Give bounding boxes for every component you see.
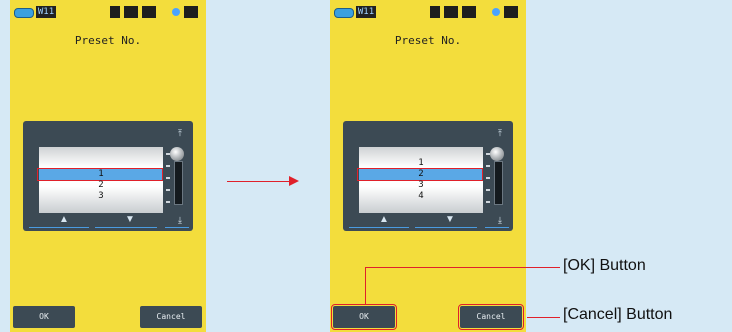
status-block-icon xyxy=(142,6,156,18)
status-block-icon xyxy=(462,6,476,18)
scroll-down-icon[interactable]: ▼ xyxy=(115,214,145,226)
ok-callout-line-vertical xyxy=(365,267,366,305)
scroll-ticks xyxy=(486,151,490,211)
status-block-icon xyxy=(430,6,440,18)
status-block-icon xyxy=(184,6,198,18)
page-title: Preset No. xyxy=(394,34,462,47)
ok-button[interactable]: OK xyxy=(13,306,75,328)
status-block-icon xyxy=(124,6,138,18)
divider xyxy=(485,227,509,228)
preset-list[interactable]: 1 2 3 4 xyxy=(357,147,483,213)
scroll-slider-track[interactable] xyxy=(494,161,503,205)
preset-picker: ⤒ 1 2 3 ▲ ▼ ⤓ xyxy=(23,121,193,231)
jump-top-icon[interactable]: ⤒ xyxy=(173,127,187,139)
scroll-up-icon[interactable]: ▲ xyxy=(369,214,399,226)
transition-arrow-line xyxy=(227,181,293,182)
battery-icon xyxy=(334,8,354,18)
cancel-button[interactable]: Cancel xyxy=(140,306,202,328)
divider xyxy=(29,227,89,228)
scroll-slider-knob[interactable] xyxy=(490,147,504,161)
divider xyxy=(349,227,409,228)
status-block-icon xyxy=(110,6,120,18)
scroll-down-icon[interactable]: ▼ xyxy=(435,214,465,226)
status-dot-icon xyxy=(172,8,180,16)
jump-bottom-icon[interactable]: ⤓ xyxy=(173,214,187,226)
status-block-icon xyxy=(444,6,458,18)
cancel-callout-line xyxy=(527,317,560,318)
jump-top-icon[interactable]: ⤒ xyxy=(493,127,507,139)
status-block-icon xyxy=(504,6,518,18)
page-title: Preset No. xyxy=(74,34,142,47)
status-dot-icon xyxy=(492,8,500,16)
ok-callout-line-horizontal xyxy=(365,267,560,268)
scroll-slider-track[interactable] xyxy=(174,161,183,205)
jump-bottom-icon[interactable]: ⤓ xyxy=(493,214,507,226)
divider xyxy=(95,227,157,228)
ok-button[interactable]: OK xyxy=(331,304,397,330)
divider xyxy=(165,227,189,228)
arrow-right-icon xyxy=(289,176,299,186)
device-screen-after: W11 Preset No. ⤒ 1 2 3 4 ▲ ▼ ⤓ OK Cancel xyxy=(330,0,526,332)
scroll-up-icon[interactable]: ▲ xyxy=(49,214,79,226)
divider xyxy=(415,227,477,228)
status-bar: W11 xyxy=(10,0,206,24)
status-chip: W11 xyxy=(356,6,376,18)
scroll-ticks xyxy=(166,151,170,211)
status-chip: W11 xyxy=(36,6,56,18)
list-item[interactable]: 3 xyxy=(39,191,163,202)
cancel-button-callout: [Cancel] Button xyxy=(563,306,673,323)
cancel-button[interactable]: Cancel xyxy=(458,304,524,330)
battery-icon xyxy=(14,8,34,18)
list-item[interactable]: 3 xyxy=(359,180,483,191)
preset-list[interactable]: 1 2 3 xyxy=(37,147,163,213)
ok-button-callout: [OK] Button xyxy=(563,257,646,274)
list-item[interactable]: 2 xyxy=(39,180,163,191)
list-item[interactable]: 4 xyxy=(359,191,483,202)
status-bar: W11 xyxy=(330,0,526,24)
device-screen-before: W11 Preset No. ⤒ 1 2 3 ▲ ▼ ⤓ OK Cancel xyxy=(10,0,206,332)
scroll-slider-knob[interactable] xyxy=(170,147,184,161)
preset-picker: ⤒ 1 2 3 4 ▲ ▼ ⤓ xyxy=(343,121,513,231)
